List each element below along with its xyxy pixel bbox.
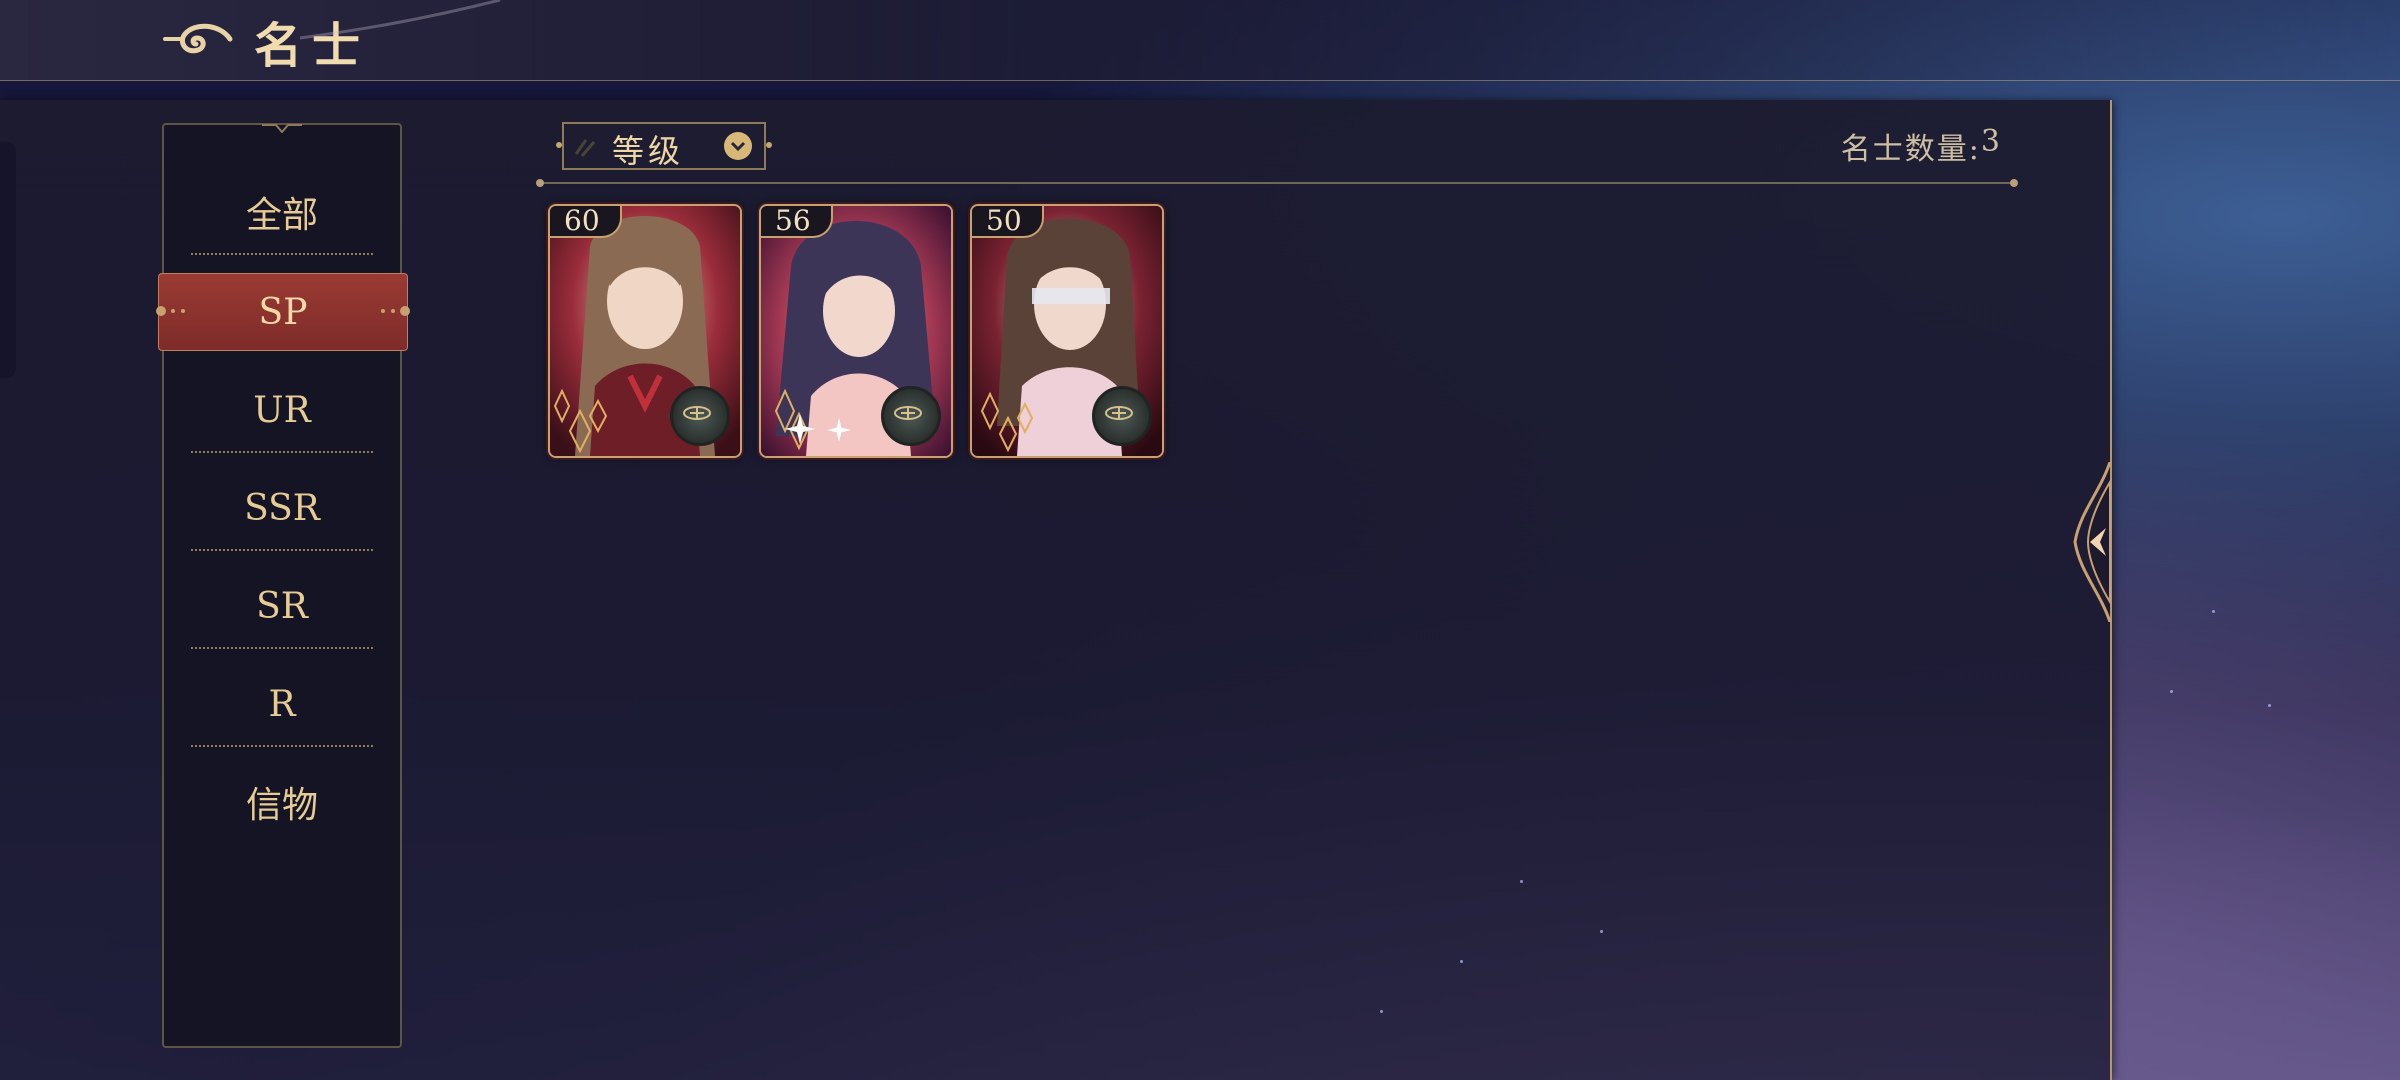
- sidebar-notch-icon: [262, 124, 302, 133]
- sidebar-item-label: SP: [258, 291, 308, 333]
- sparkle-icon: [785, 414, 815, 444]
- sidebar-item-sp[interactable]: SP: [156, 273, 410, 351]
- sidebar-item-r[interactable]: R: [164, 655, 400, 753]
- faction-badge-icon: [881, 386, 941, 446]
- dropdown-cap-dot: [766, 142, 772, 148]
- background-star: [1600, 930, 1603, 933]
- sidebar-divider: [191, 647, 373, 649]
- hero-card[interactable]: 60: [548, 204, 742, 458]
- sidebar-item-token[interactable]: 信物: [164, 753, 400, 851]
- ornament-right-icon: [381, 306, 410, 316]
- sort-dropdown[interactable]: 等级: [556, 122, 772, 170]
- ornament-left-icon: [156, 306, 185, 316]
- sidebar-divider: [191, 549, 373, 551]
- hero-level: 56: [775, 204, 811, 237]
- faction-badge-icon: [670, 386, 730, 446]
- sidebar-item-all[interactable]: 全部: [164, 163, 400, 261]
- rarity-sidebar: 全部 SP UR SSR SR R 信物: [156, 123, 410, 1048]
- cloud-swirl-icon: [163, 23, 233, 54]
- sidebar-item-label: SR: [256, 585, 308, 627]
- sidebar-item-sr[interactable]: SR: [164, 557, 400, 655]
- level-tab: 56: [761, 206, 833, 238]
- count-label: 名士数量:: [1840, 132, 1981, 167]
- dropdown-cap-dot: [556, 142, 562, 148]
- hero-count: 名士数量: 3: [1841, 124, 2002, 168]
- faction-badge-icon: [1092, 386, 1152, 446]
- level-tab: 60: [550, 206, 622, 238]
- header-flourish-icon: [300, 0, 501, 40]
- top-header: 名士: [0, 0, 2400, 81]
- count-value: 3: [1980, 124, 2002, 159]
- level-tab: 50: [972, 206, 1044, 238]
- dropdown-pattern-icon: [574, 139, 596, 157]
- sparkle-icon: [827, 418, 851, 442]
- background-star: [1460, 960, 1463, 963]
- sidebar-item-ur[interactable]: UR: [164, 361, 400, 459]
- header-divider: [536, 179, 2018, 187]
- sidebar-item-label: 信物: [245, 785, 318, 826]
- sidebar-item-label: SSR: [244, 487, 320, 529]
- hero-card[interactable]: 50: [970, 204, 1164, 458]
- sidebar-item-label: R: [268, 683, 296, 725]
- collapse-panel-arrow-icon[interactable]: [2070, 462, 2120, 622]
- chevron-down-icon: [724, 132, 752, 160]
- divider-cap-dot: [2010, 179, 2018, 187]
- background-star: [2170, 690, 2173, 693]
- sidebar-divider: [191, 745, 373, 747]
- sidebar-divider: [191, 253, 373, 255]
- background-star: [1380, 1010, 1383, 1013]
- hero-level: 60: [564, 204, 600, 237]
- background-star: [2212, 610, 2215, 613]
- hero-card[interactable]: 56: [759, 204, 953, 458]
- background-star: [2268, 704, 2271, 707]
- left-edge-handle[interactable]: [0, 142, 16, 378]
- divider-cap-dot: [536, 179, 544, 187]
- background-star: [1520, 880, 1523, 883]
- sidebar-item-ssr[interactable]: SSR: [164, 459, 400, 557]
- dropdown-selected-value: 等级: [612, 132, 685, 170]
- sidebar-item-label: 全部: [245, 195, 318, 236]
- sidebar-item-label: UR: [253, 389, 311, 431]
- hero-level: 50: [986, 204, 1022, 237]
- sidebar-divider: [191, 451, 373, 453]
